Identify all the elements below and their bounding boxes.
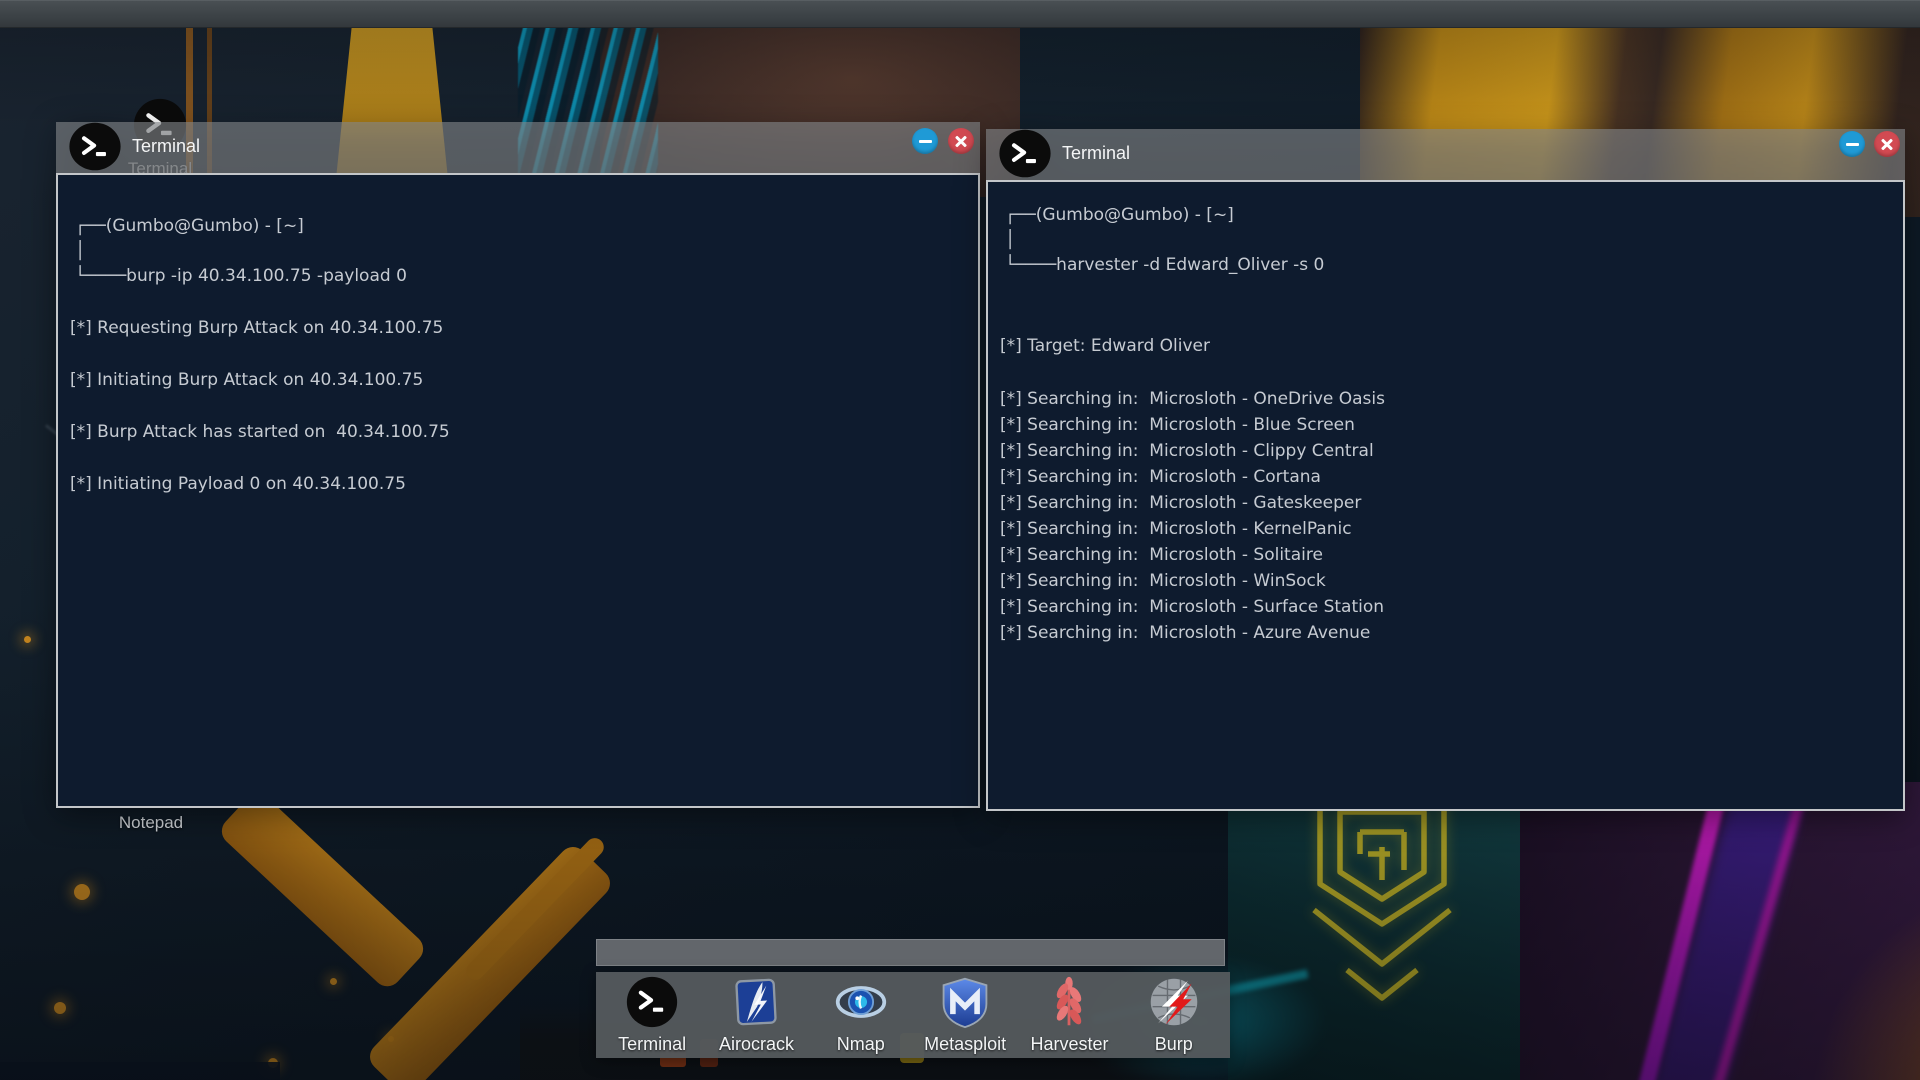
terminal-window-harvester: Terminal ┌──(Gumbo@Gumbo) - [~] │ └────h… (986, 129, 1905, 811)
terminal-output-area[interactable]: ┌──(Gumbo@Gumbo) - [~] │ └────burp -ip 4… (56, 173, 980, 808)
dock-item-terminal[interactable]: Terminal (602, 975, 702, 1055)
desktop: Terminal Notepad Terminal ┌──(Gumbo@Gumb… (0, 0, 1920, 1080)
terminal-icon (998, 127, 1052, 180)
minimize-icon (919, 140, 932, 143)
terminal-line: [*] Requesting Burp Attack on 40.34.100.… (70, 316, 966, 341)
dock-item-label: Nmap (811, 1034, 911, 1055)
terminal-line: [*] Searching in: Microsloth - Clippy Ce… (1000, 438, 1891, 464)
dock-item-label: Terminal (602, 1034, 702, 1055)
terminal-icon (625, 975, 679, 1029)
terminal-line: │ (1005, 228, 1891, 253)
terminal-output-area[interactable]: ┌──(Gumbo@Gumbo) - [~] │ └────harvester … (986, 180, 1905, 811)
dock-item-label: Airocrack (706, 1034, 806, 1055)
close-icon (954, 134, 968, 148)
window-title: Terminal (1062, 143, 1130, 164)
harvester-icon (1042, 975, 1096, 1029)
minimize-button[interactable] (1839, 131, 1865, 157)
terminal-line: [*] Searching in: Microsloth - OneDrive … (1000, 386, 1891, 412)
terminal-line: ┌──(Gumbo@Gumbo) - [~] (1005, 203, 1891, 228)
dock-strip (596, 939, 1225, 966)
dock-item-label: Burp (1124, 1034, 1224, 1055)
desktop-icon-notepad[interactable]: Notepad (101, 812, 201, 833)
window-titlebar[interactable]: Terminal (986, 129, 1905, 180)
terminal-line: [*] Target: Edward Oliver (1000, 334, 1891, 359)
dock-item-label: Harvester (1019, 1034, 1119, 1055)
terminal-line: └────burp -ip 40.34.100.75 -payload 0 (75, 264, 966, 289)
terminal-window-burp: Terminal ┌──(Gumbo@Gumbo) - [~] │ └────b… (56, 122, 980, 808)
minimize-icon (1846, 143, 1859, 146)
terminal-line: [*] Searching in: Microsloth - Blue Scre… (1000, 412, 1891, 438)
close-button[interactable] (948, 128, 974, 154)
terminal-line: [*] Searching in: Microsloth - Gateskeep… (1000, 490, 1891, 516)
terminal-line: [*] Initiating Burp Attack on 40.34.100.… (70, 368, 966, 393)
terminal-line: [*] Searching in: Microsloth - Surface S… (1000, 594, 1891, 620)
terminal-line: [*] Searching in: Microsloth - WinSock (1000, 568, 1891, 594)
top-panel (0, 0, 1920, 28)
dock-item-airocrack[interactable]: Airocrack (706, 975, 806, 1055)
terminal-line: │ (75, 239, 966, 264)
terminal-line: [*] Initiating Payload 0 on 40.34.100.75 (70, 472, 966, 497)
terminal-icon (68, 120, 122, 173)
close-icon (1880, 137, 1894, 151)
burp-icon (1147, 975, 1201, 1029)
dock: Terminal Airocrack (596, 972, 1230, 1058)
dock-item-label: Metasploit (915, 1034, 1015, 1055)
airocrack-icon (729, 975, 783, 1029)
close-button[interactable] (1874, 131, 1900, 157)
terminal-line: └────harvester -d Edward_Oliver -s 0 (1005, 253, 1891, 278)
dock-item-nmap[interactable]: Nmap (811, 975, 911, 1055)
terminal-line: [*] Burp Attack has started on 40.34.100… (70, 420, 966, 445)
desktop-icon-label: Notepad (101, 813, 201, 833)
dock-item-burp[interactable]: Burp (1124, 975, 1224, 1055)
nmap-icon (834, 975, 888, 1029)
metasploit-icon (938, 975, 992, 1029)
dock-item-metasploit[interactable]: Metasploit (915, 975, 1015, 1055)
minimize-button[interactable] (912, 128, 938, 154)
terminal-line: ┌──(Gumbo@Gumbo) - [~] (75, 214, 966, 239)
window-title: Terminal (132, 136, 200, 157)
terminal-line: [*] Searching in: Microsloth - Azure Ave… (1000, 620, 1891, 646)
terminal-line: [*] Searching in: Microsloth - Solitaire (1000, 542, 1891, 568)
search-results: [*] Searching in: Microsloth - OneDrive … (1000, 386, 1891, 646)
dock-item-harvester[interactable]: Harvester (1019, 975, 1119, 1055)
window-titlebar[interactable]: Terminal (56, 122, 980, 173)
terminal-line: [*] Searching in: Microsloth - KernelPan… (1000, 516, 1891, 542)
terminal-line: [*] Searching in: Microsloth - Cortana (1000, 464, 1891, 490)
